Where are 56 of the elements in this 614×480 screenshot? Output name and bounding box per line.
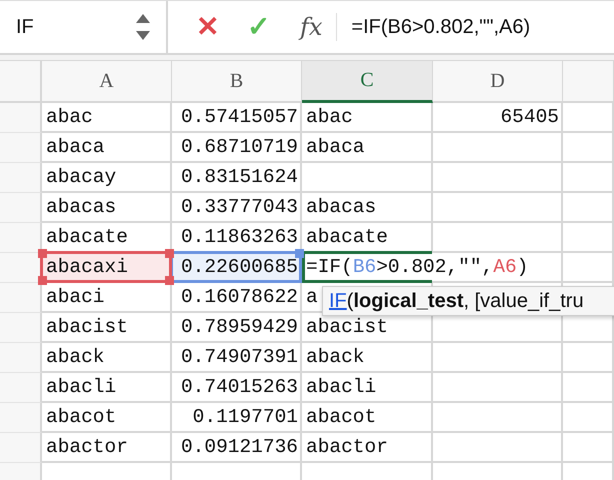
table-cell: aback [42,343,172,373]
table-cell: abacist [42,313,172,343]
empty-cell [563,163,614,193]
table-cell: abaci [42,283,172,313]
selection-handle[interactable] [38,249,47,258]
formula-cell[interactable]: =IF(B6>0.802,"",A6) [302,253,563,283]
cancel-button[interactable]: ✕ [196,13,219,41]
selection-handle[interactable] [38,276,47,285]
column-header[interactable] [563,61,614,103]
function-link[interactable]: IF [329,290,347,312]
table-cell: 0.68710719 [172,133,302,163]
empty-cell [563,433,614,463]
select-all-corner[interactable] [0,61,42,103]
table-cell: 0.57415057 [172,103,302,133]
table-cell: abacas [302,193,433,223]
empty-cell [563,133,614,163]
table-cell: abaca [302,133,433,163]
name-box[interactable]: IF [0,1,168,53]
table-cell: abactor [42,433,172,463]
table-cell: abaca [42,133,172,163]
column-header[interactable]: C [302,61,433,103]
cell-formula: =IF(B6>0.802,"",A6) [306,256,528,278]
table-cell: 0.1197701 [172,403,302,433]
table-cell: abacas [42,193,172,223]
table-cell: aback [302,343,433,373]
table-cell: abacot [42,403,172,433]
formula-input[interactable]: =IF(B6>0.802,"",A6) [351,16,530,38]
column-header[interactable]: B [172,61,302,103]
table-cell: 0.78959429 [172,313,302,343]
empty-cell [563,403,614,433]
selection-handle[interactable] [295,249,304,258]
column-header[interactable]: D [433,61,563,103]
table-cell: 0.83151624 [172,163,302,193]
selection-handle[interactable] [165,276,174,285]
empty-cell [563,373,614,403]
table-cell: abacot [302,403,433,433]
insert-function-button[interactable]: fx [300,13,338,41]
table-cell: abactor [302,433,433,463]
row-header[interactable] [0,253,42,283]
table-cell: 0.33777043 [172,193,302,223]
table-cell: 0.16078622 [172,283,302,313]
table-cell: abacist [302,313,433,343]
table-cell: abac [42,103,172,133]
empty-cell [563,343,614,373]
table-cell: abac [302,103,433,133]
selection-handle[interactable] [165,249,174,258]
table-cell: 0.74907391 [172,343,302,373]
table-cell: 0.74015263 [172,373,302,403]
table-cell: abacli [302,373,433,403]
column-header[interactable]: A [42,61,172,103]
table-cell: abacli [42,373,172,403]
empty-cell [563,193,614,223]
table-cell: abacay [42,163,172,193]
table-cell: 65405 [433,103,563,133]
empty-cell [563,223,614,253]
table-cell: 0.09121736 [172,433,302,463]
